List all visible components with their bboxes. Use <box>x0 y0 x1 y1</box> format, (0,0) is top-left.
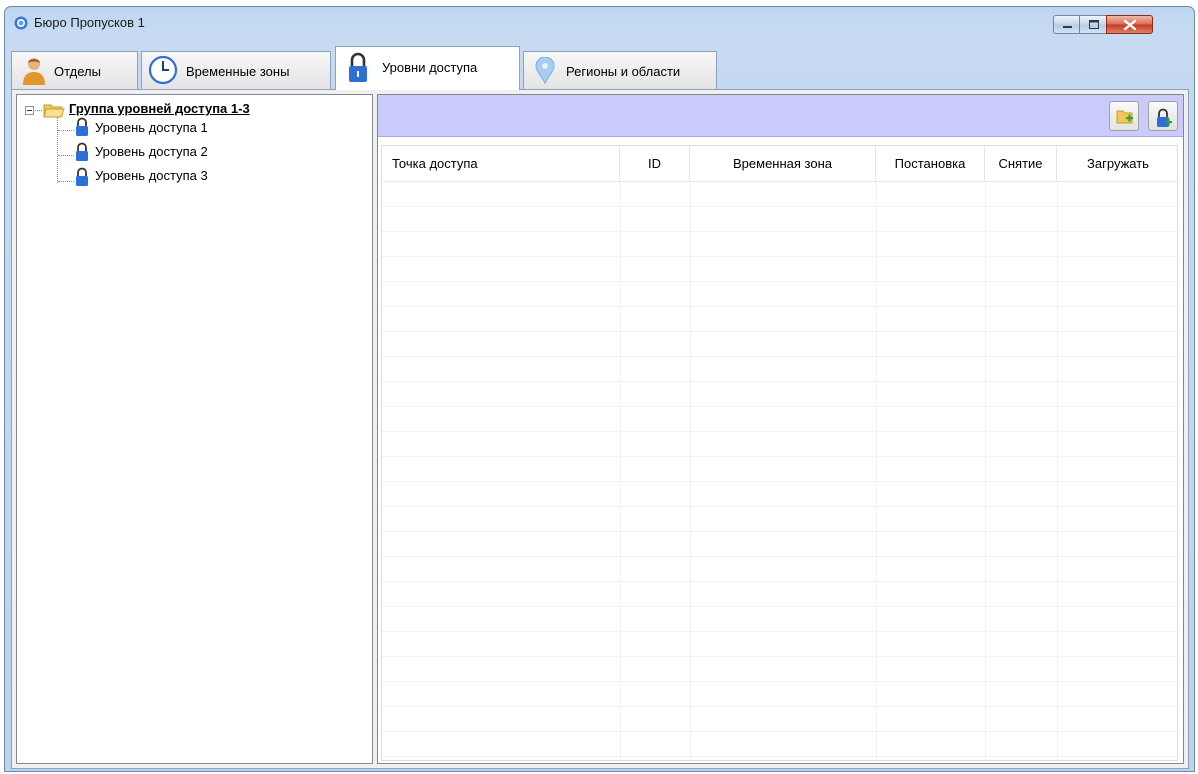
person-icon <box>23 58 45 85</box>
folder-open-icon <box>43 104 65 118</box>
minimize-button[interactable] <box>1053 15 1080 34</box>
close-icon <box>1123 19 1137 31</box>
tab-strip: Отделы Временные зоны Уровни доступа Рег… <box>11 46 1191 94</box>
tab-time-zones[interactable]: Временные зоны <box>141 51 331 89</box>
collapse-toggle[interactable] <box>25 106 34 115</box>
column-header-time-zone[interactable]: Временная зона <box>690 146 876 182</box>
maximize-button[interactable] <box>1079 15 1107 34</box>
app-window: Бюро Пропусков 1 Отделы Временные зоны У… <box>4 6 1195 772</box>
minimize-icon <box>1063 26 1072 28</box>
column-header-arming[interactable]: Постановка <box>876 146 985 182</box>
tree-item-access-level-2[interactable]: Уровень доступа 2 <box>95 144 208 159</box>
app-icon <box>14 16 28 30</box>
tab-departments[interactable]: Отделы <box>11 51 138 89</box>
column-header-access-point[interactable]: Точка доступа <box>382 146 620 182</box>
title-bar[interactable]: Бюро Пропусков 1 <box>5 7 1194 41</box>
padlock-icon <box>349 52 367 82</box>
tab-label-departments: Отделы <box>54 64 101 79</box>
grid-header: Точка доступа ID Временная зона Постанов… <box>382 146 1177 182</box>
padlock-icon <box>76 167 88 186</box>
tree-item-access-level-3[interactable]: Уровень доступа 3 <box>95 168 208 183</box>
add-folder-icon <box>1116 110 1133 124</box>
tab-label-regions: Регионы и области <box>566 64 681 79</box>
column-header-id[interactable]: ID <box>620 146 690 182</box>
tab-label-access-levels: Уровни доступа <box>382 60 478 75</box>
add-access-level-button[interactable] <box>1148 101 1178 131</box>
padlock-icon <box>76 117 88 136</box>
maximize-icon <box>1089 20 1099 29</box>
tab-label-time-zones: Временные зоны <box>186 64 290 79</box>
column-header-disarming[interactable]: Снятие <box>985 146 1057 182</box>
clock-icon <box>148 55 178 85</box>
access-level-tree[interactable]: Группа уровней доступа 1-3 Уровень досту… <box>16 94 373 764</box>
add-group-button[interactable] <box>1109 101 1139 131</box>
tab-content: Группа уровней доступа 1-3 Уровень досту… <box>11 89 1189 769</box>
tab-regions[interactable]: Регионы и области <box>523 51 717 89</box>
tree-group-node[interactable]: Группа уровней доступа 1-3 <box>69 101 250 116</box>
toolbar <box>378 95 1183 137</box>
close-button[interactable] <box>1106 15 1153 34</box>
column-header-load[interactable]: Загружать <box>1057 146 1177 182</box>
window-title: Бюро Пропусков 1 <box>34 15 145 30</box>
access-points-grid[interactable]: Точка доступа ID Временная зона Постанов… <box>381 145 1178 761</box>
tab-access-levels[interactable]: Уровни доступа <box>335 46 520 90</box>
add-padlock-icon <box>1157 108 1172 127</box>
tree-item-access-level-1[interactable]: Уровень доступа 1 <box>95 120 208 135</box>
map-pin-icon <box>535 57 555 85</box>
access-points-pane: Точка доступа ID Временная зона Постанов… <box>377 94 1184 764</box>
padlock-icon <box>76 142 88 161</box>
